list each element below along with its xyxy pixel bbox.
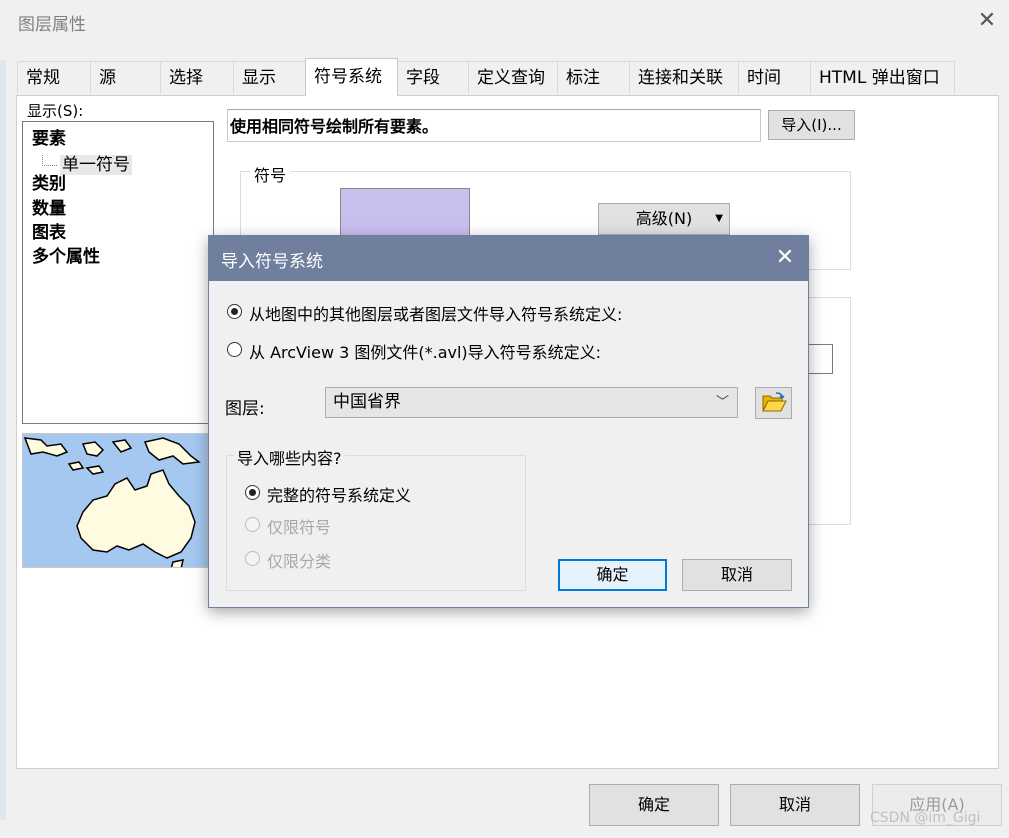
ok-button[interactable]: 确定 — [589, 784, 719, 826]
show-label: 显示(S): — [27, 102, 84, 120]
radio-from-arcview-legend[interactable] — [227, 342, 242, 357]
symbol-swatch[interactable] — [340, 188, 470, 236]
option-from-map-label: 从地图中的其他图层或者图层文件导入符号系统定义: — [249, 305, 623, 324]
chevron-down-icon: ﹀ — [715, 395, 729, 410]
radio-complete-definition[interactable] — [245, 485, 260, 500]
import-content-label: 导入哪些内容? — [234, 445, 345, 469]
tab-selection[interactable]: 选择 — [160, 61, 234, 94]
tree-item-multiple-attributes[interactable]: 多个属性 — [32, 247, 100, 267]
option-complete-label: 完整的符号系统定义 — [267, 486, 412, 505]
symbol-group-label: 符号 — [250, 162, 291, 186]
tab-definition-query[interactable]: 定义查询 — [468, 61, 558, 94]
tab-symbology[interactable]: 符号系统 — [305, 58, 398, 96]
tab-joins-relates[interactable]: 连接和关联 — [629, 61, 739, 94]
tab-source[interactable]: 源 — [90, 61, 161, 94]
layer-select[interactable]: 中国省界 ﹀ — [325, 387, 738, 418]
dialog-cancel-button[interactable]: 取消 — [682, 559, 792, 591]
close-icon[interactable]: ✕ — [771, 244, 799, 272]
dialog-ok-button[interactable]: 确定 — [558, 559, 667, 591]
advanced-button[interactable]: 高级(N) ▼ — [598, 203, 730, 235]
tab-general[interactable]: 常规 — [17, 61, 91, 94]
map-preview — [22, 433, 208, 568]
option-symbols-only-label: 仅限符号 — [267, 518, 332, 537]
map-island — [170, 559, 184, 567]
radio-classification-only[interactable] — [245, 551, 260, 566]
folder-open-icon — [761, 392, 787, 412]
map-island — [111, 439, 133, 453]
layer-select-value: 中国省界 — [333, 392, 401, 412]
map-island — [143, 437, 201, 465]
map-island — [81, 441, 105, 457]
tab-fields[interactable]: 字段 — [397, 61, 469, 94]
tab-time[interactable]: 时间 — [738, 61, 811, 94]
dropdown-arrow-icon: ▼ — [715, 213, 723, 224]
tab-labels[interactable]: 标注 — [557, 61, 630, 94]
dialog-title: 导入符号系统 — [221, 252, 323, 272]
tree-item-charts[interactable]: 图表 — [32, 223, 66, 243]
tree-item-features[interactable]: 要素 — [32, 129, 66, 149]
map-island — [67, 461, 85, 471]
tab-html-popup[interactable]: HTML 弹出窗口 — [810, 61, 955, 94]
close-icon[interactable]: ✕ — [974, 8, 1000, 34]
option-from-arcview-label: 从 ArcView 3 图例文件(*.avl)导入符号系统定义: — [249, 343, 602, 362]
renderer-description: 使用相同符号绘制所有要素。 — [227, 109, 761, 142]
renderer-tree: 要素 单一符号 类别 数量 图表 多个属性 — [22, 121, 214, 424]
radio-from-map-layer[interactable] — [227, 304, 242, 319]
map-illustration — [23, 437, 201, 567]
tree-item-categories[interactable]: 类别 — [32, 174, 66, 194]
import-button[interactable]: 导入(I)... — [768, 110, 855, 140]
background-window-strip — [0, 60, 6, 820]
option-classification-only-label: 仅限分类 — [267, 552, 332, 571]
cancel-button[interactable]: 取消 — [730, 784, 860, 826]
map-island — [23, 437, 69, 457]
map-island — [85, 465, 105, 475]
advanced-button-label: 高级(N) — [635, 209, 693, 228]
browse-button[interactable] — [755, 387, 792, 419]
tree-item-single-symbol[interactable]: 单一符号 — [42, 150, 132, 175]
tree-item-quantities[interactable]: 数量 — [32, 199, 66, 219]
tab-display[interactable]: 显示 — [233, 61, 306, 94]
layer-label: 图层: — [225, 399, 265, 419]
tree-branch-line — [42, 155, 57, 166]
map-continent — [76, 469, 196, 559]
radio-symbols-only[interactable] — [245, 517, 260, 532]
watermark: CSDN @im_Gigi — [870, 810, 981, 826]
import-symbology-dialog: 导入符号系统 ✕ 从地图中的其他图层或者图层文件导入符号系统定义: 从 ArcV… — [208, 235, 809, 608]
tree-item-label: 单一符号 — [60, 155, 132, 175]
window-title: 图层属性 — [18, 15, 86, 35]
